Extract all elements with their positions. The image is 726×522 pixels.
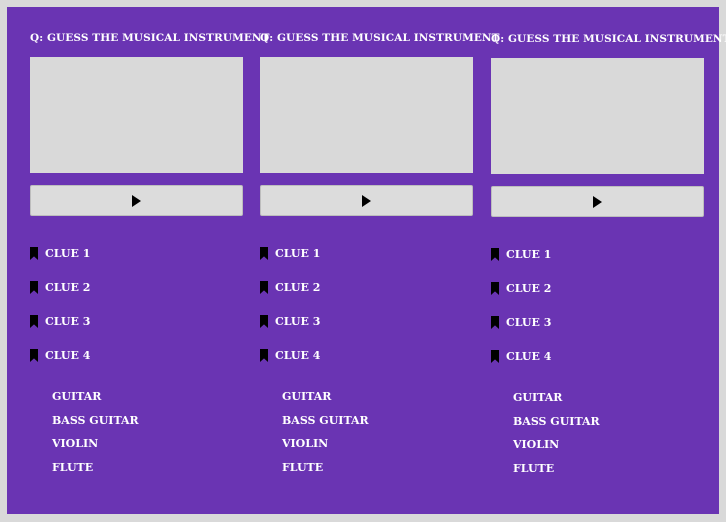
option-flute[interactable]: FLUTE <box>282 461 323 474</box>
play-button[interactable] <box>491 186 704 217</box>
bookmark-icon <box>491 248 499 261</box>
clue-item-1[interactable]: CLUE 1 <box>260 247 320 260</box>
bookmark-icon <box>491 316 499 329</box>
option-flute[interactable]: FLUTE <box>513 462 554 475</box>
media-placeholder <box>491 58 704 174</box>
bookmark-icon <box>491 282 499 295</box>
option-violin[interactable]: VIOLIN <box>513 438 559 451</box>
clue-label: CLUE 1 <box>506 248 552 261</box>
clue-label: CLUE 2 <box>45 281 91 294</box>
clue-item-2[interactable]: CLUE 2 <box>491 282 551 295</box>
option-guitar[interactable]: GUITAR <box>52 390 101 403</box>
clue-item-4[interactable]: CLUE 4 <box>30 349 90 362</box>
bookmark-icon <box>30 315 38 328</box>
play-icon <box>593 195 602 208</box>
option-violin[interactable]: VIOLIN <box>282 437 328 450</box>
option-guitar[interactable]: GUITAR <box>282 390 331 403</box>
media-placeholder <box>260 57 473 173</box>
option-guitar[interactable]: GUITAR <box>513 391 562 404</box>
play-icon <box>362 194 371 207</box>
option-violin[interactable]: VIOLIN <box>52 437 98 450</box>
clue-label: CLUE 2 <box>275 281 321 294</box>
clue-label: CLUE 3 <box>506 316 552 329</box>
clue-item-2[interactable]: CLUE 2 <box>30 281 90 294</box>
bookmark-icon <box>30 247 38 260</box>
play-button[interactable] <box>30 185 243 216</box>
bookmark-icon <box>260 281 268 294</box>
clue-label: CLUE 1 <box>45 247 91 260</box>
clue-label: CLUE 1 <box>275 247 321 260</box>
bookmark-icon <box>30 281 38 294</box>
clue-label: CLUE 4 <box>275 349 321 362</box>
quiz-board: Q: GUESS THE MUSICAL INSTRUMENT CLUE 1 C… <box>7 7 726 514</box>
clue-item-3[interactable]: CLUE 3 <box>260 315 320 328</box>
clue-item-3[interactable]: CLUE 3 <box>30 315 90 328</box>
option-flute[interactable]: FLUTE <box>52 461 93 474</box>
clue-item-3[interactable]: CLUE 3 <box>491 316 551 329</box>
bookmark-icon <box>260 349 268 362</box>
play-icon <box>132 194 141 207</box>
clue-item-1[interactable]: CLUE 1 <box>30 247 90 260</box>
bookmark-icon <box>30 349 38 362</box>
option-bass-guitar[interactable]: BASS GUITAR <box>282 414 369 427</box>
clue-label: CLUE 4 <box>45 349 91 362</box>
clue-item-4[interactable]: CLUE 4 <box>260 349 320 362</box>
bookmark-icon <box>260 315 268 328</box>
media-placeholder <box>30 57 243 173</box>
question-title: Q: GUESS THE MUSICAL INSTRUMENT <box>30 32 270 44</box>
play-button[interactable] <box>260 185 473 216</box>
option-bass-guitar[interactable]: BASS GUITAR <box>513 415 600 428</box>
clue-label: CLUE 4 <box>506 350 552 363</box>
clue-item-1[interactable]: CLUE 1 <box>491 248 551 261</box>
bookmark-icon <box>260 247 268 260</box>
bookmark-icon <box>491 350 499 363</box>
question-title: Q: GUESS THE MUSICAL INSTRUMENT <box>491 33 726 45</box>
clue-item-4[interactable]: CLUE 4 <box>491 350 551 363</box>
clue-label: CLUE 3 <box>45 315 91 328</box>
option-bass-guitar[interactable]: BASS GUITAR <box>52 414 139 427</box>
clue-label: CLUE 3 <box>275 315 321 328</box>
clue-item-2[interactable]: CLUE 2 <box>260 281 320 294</box>
clue-label: CLUE 2 <box>506 282 552 295</box>
question-title: Q: GUESS THE MUSICAL INSTRUMENT <box>260 32 500 44</box>
